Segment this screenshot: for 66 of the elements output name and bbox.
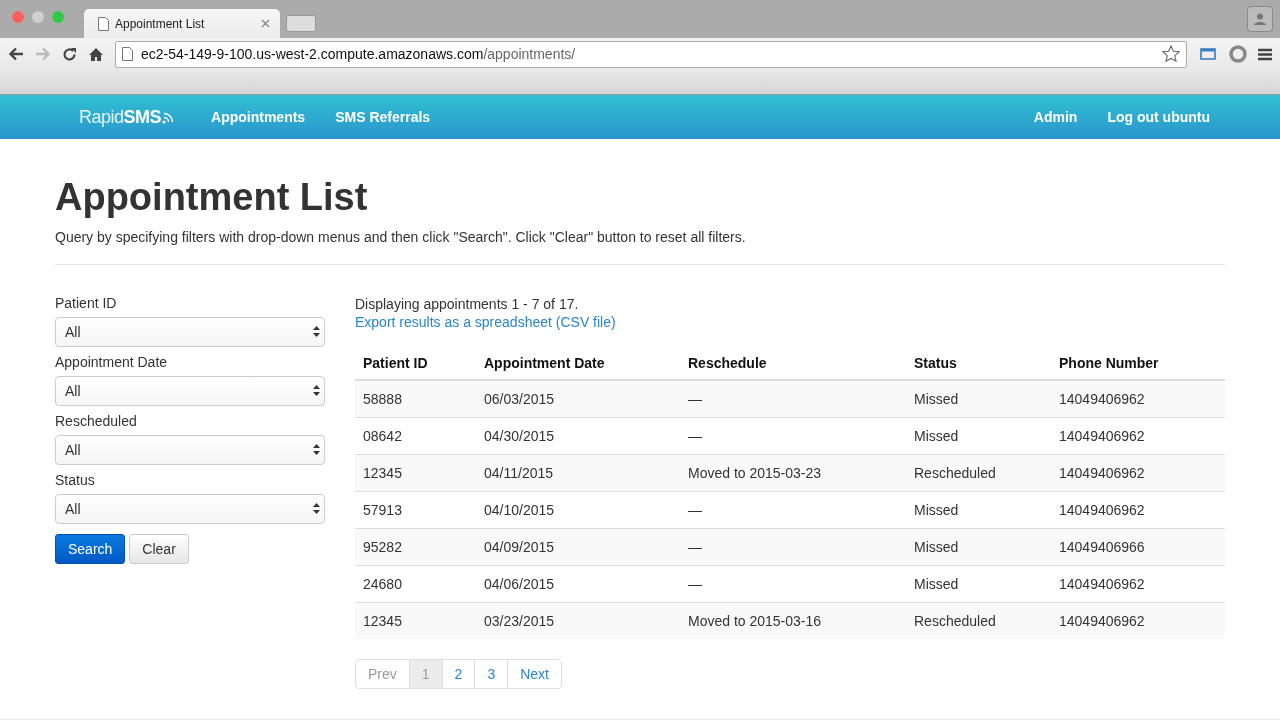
table-cell: Moved to 2015-03-23 (680, 454, 906, 492)
table-cell: 14049406962 (1051, 379, 1225, 418)
table-cell: 14049406966 (1051, 528, 1225, 566)
table-cell: 95282 (355, 528, 476, 566)
table-cell: 06/03/2015 (476, 379, 680, 418)
screen-icon[interactable] (1198, 46, 1218, 62)
dropdown[interactable]: All (55, 434, 325, 465)
document-icon (98, 16, 109, 31)
table-cell: Missed (906, 528, 1051, 566)
column-header: Reschedule (680, 346, 906, 380)
table-cell: 03/23/2015 (476, 602, 680, 639)
forward-arrow-icon[interactable] (35, 47, 51, 61)
filter-label: Patient ID (55, 294, 118, 311)
table-cell: 04/11/2015 (476, 454, 680, 492)
person-icon (1253, 12, 1267, 26)
star-icon[interactable] (1162, 45, 1180, 63)
nav-link[interactable]: Admin (1018, 109, 1093, 125)
dropdown[interactable]: All (55, 316, 325, 347)
dropdown[interactable]: All (55, 493, 325, 524)
new-tab-button[interactable] (286, 15, 316, 32)
table-cell: — (680, 379, 906, 418)
back-arrow-icon[interactable] (8, 47, 24, 61)
dropdown[interactable]: All (55, 375, 325, 406)
table-cell: Rescheduled (906, 602, 1051, 639)
nav-link[interactable]: Log out ubuntu (1092, 109, 1225, 125)
dropdown-arrows-icon (313, 444, 320, 456)
table-cell: 14049406962 (1051, 602, 1225, 639)
table-cell: Rescheduled (906, 454, 1051, 492)
export-csv-link[interactable]: Export results as a spreadsheet (CSV file) (355, 313, 616, 330)
column-header: Status (906, 346, 1051, 380)
column-header: Phone Number (1051, 346, 1225, 380)
table-cell: 12345 (355, 454, 476, 492)
results-summary: Displaying appointments 1 - 7 of 17. (355, 295, 580, 312)
table-cell: — (680, 528, 906, 566)
menu-icon[interactable] (1258, 47, 1272, 61)
nav-link[interactable]: Appointments (196, 109, 321, 125)
table-cell: 58888 (355, 379, 476, 418)
page-description: Query by specifying filters with drop-down menus and then click "Search". Click "Clear" button to reset all filters. (55, 228, 747, 245)
close-tab-icon[interactable] (261, 19, 270, 28)
page-link[interactable]: 1 (408, 659, 442, 688)
dropdown-arrows-icon (313, 326, 320, 338)
column-header: Appointment Date (476, 346, 680, 380)
page-icon (122, 47, 133, 61)
table-cell: Missed (906, 379, 1051, 418)
filter-label: Status (55, 471, 96, 488)
table-cell: 04/09/2015 (476, 528, 680, 566)
browser-tab[interactable]: Appointment List (84, 9, 280, 38)
table-cell: Moved to 2015-03-16 (680, 602, 906, 639)
search-button[interactable]: Search (55, 533, 126, 564)
dropdown-arrows-icon (313, 503, 320, 515)
reload-icon[interactable] (62, 46, 77, 62)
logo[interactable]: RapidSMS (79, 106, 175, 128)
table-cell: 12345 (355, 602, 476, 639)
filter-label: Appointment Date (55, 353, 169, 370)
filter-label: Rescheduled (55, 412, 138, 429)
nav-link[interactable]: SMS Referrals (320, 109, 446, 125)
page-title: Appointment List (55, 177, 369, 219)
column-header: Patient ID (355, 346, 476, 380)
dropdown-arrows-icon (313, 385, 320, 397)
circle-extension-icon[interactable] (1229, 45, 1247, 63)
page-link[interactable]: Next (507, 659, 561, 688)
profile-button[interactable] (1247, 6, 1273, 32)
address-bar[interactable]: ec2-54-149-9-100.us-west-2.compute.amazonaws.com/appointments/ (115, 40, 1187, 68)
clear-button[interactable]: Clear (129, 533, 189, 564)
home-icon[interactable] (88, 46, 104, 62)
table-cell: 14049406962 (1051, 454, 1225, 492)
